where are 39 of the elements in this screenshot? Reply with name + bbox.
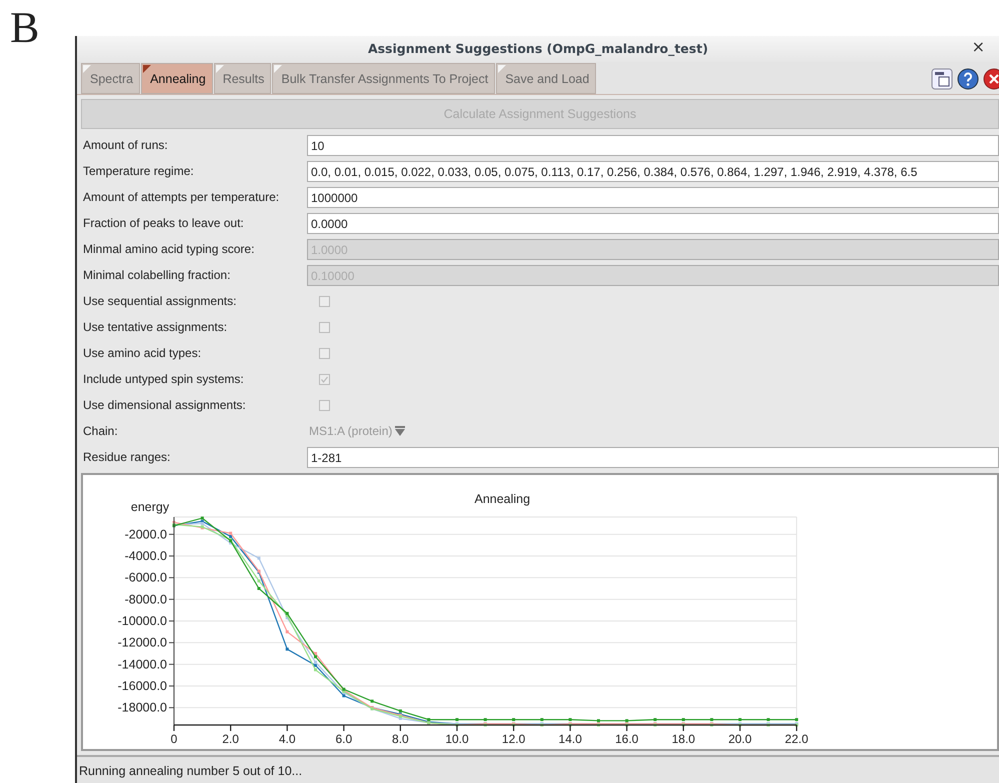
y-tick-label: -4000.0 [124,549,167,563]
x-tick-label: 8.0 [392,732,409,746]
field-label: Minmal amino acid typing score: [82,241,256,258]
y-tick-label: -16000.0 [118,679,167,693]
y-tick-label: -10000.0 [118,614,167,628]
field-label: Amount of runs: [82,137,169,154]
y-tick-label: -12000.0 [118,636,167,650]
y-tick-label: -8000.0 [124,592,167,606]
x-tick-label: 16.0 [615,732,638,746]
y-tick-label: -18000.0 [118,700,167,715]
status-bar: Running annealing number 5 out of 10... [77,755,999,783]
y-tick-label: -2000.0 [124,527,167,542]
field-label: Chain: [82,423,119,440]
x-tick-label: 4.0 [278,732,296,746]
field-label: Fraction of peaks to leave out: [82,215,245,232]
x-tick-label: 22.0 [784,732,808,746]
window-title: Assignment Suggestions (OmpG_malandro_test) [368,40,708,58]
field-label: Use dimensional assignments: [82,397,247,414]
y-tick-label: -6000.0 [124,570,167,585]
field-label: Use amino acid types: [82,345,202,362]
field-label: Use sequential assignments: [82,293,238,310]
x-tick-label: 14.0 [558,732,582,746]
x-tick-label: 18.0 [672,732,696,746]
field-label: Minimal colabelling fraction: [82,267,232,284]
x-tick-label: 2.0 [222,732,239,746]
field-label: Residue ranges: [82,449,172,466]
figure-label: B [9,2,40,54]
y-tick-label: -14000.0 [118,657,167,672]
x-tick-label: 20.0 [728,732,752,746]
x-tick-label: 6.0 [335,732,352,746]
field-label: Amount of attempts per temperature: [82,189,280,206]
x-tick-label: 12.0 [502,732,526,746]
field-label: Include untyped spin systems: [82,371,245,388]
field-label: Use tentative assignments: [82,319,228,336]
field-label: Temperature regime: [82,163,195,180]
y-axis-label: energy [130,500,170,514]
chart-title: Annealing [474,492,530,506]
x-tick-label: 10.0 [445,732,469,746]
x-tick-label: 0 [170,732,178,746]
